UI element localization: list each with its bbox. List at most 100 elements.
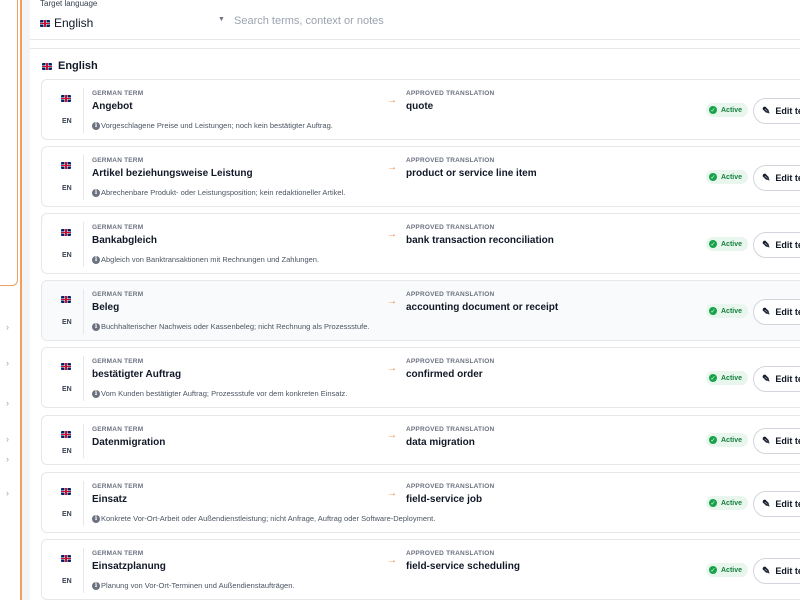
- edit-button-label: Edit term: [775, 566, 800, 576]
- check-circle-icon: ✓: [709, 173, 717, 181]
- term-language-code: EN: [62, 252, 72, 259]
- source-term-label: GERMAN TERM: [92, 224, 144, 231]
- check-circle-icon: ✓: [709, 240, 717, 248]
- check-circle-icon: ✓: [709, 106, 717, 114]
- term-card: EN GERMAN TERM Datenmigration → APPROVED TRA…: [41, 415, 800, 465]
- term-language-code: EN: [62, 578, 72, 585]
- term-language-code: EN: [62, 448, 72, 455]
- edit-term-button[interactable]: ✎ Edit term: [753, 165, 800, 191]
- term-note: i Konkrete Vor-Ort-Arbeit oder Außendiens…: [92, 514, 435, 523]
- status-badge: ✓ Active: [706, 103, 749, 117]
- card-divider: [83, 548, 84, 593]
- term-language-code: EN: [62, 386, 72, 393]
- source-term-label: GERMAN TERM: [92, 426, 144, 433]
- source-term-label: GERMAN TERM: [92, 291, 144, 298]
- check-circle-icon: ✓: [709, 499, 717, 507]
- edit-term-button[interactable]: ✎ Edit term: [753, 98, 800, 124]
- term-card: EN GERMAN TERM Angebot i Vorgeschlagene Prei…: [41, 79, 800, 140]
- uk-flag-icon: [61, 296, 71, 303]
- chevron-right-icon[interactable]: ›: [6, 488, 9, 498]
- chevron-right-icon[interactable]: ›: [6, 434, 9, 444]
- approved-translation: field-service job: [406, 494, 483, 505]
- approved-translation: field-service scheduling: [406, 561, 520, 572]
- translation-label: APPROVED TRANSLATION: [406, 550, 495, 557]
- term-note: i Vom Kunden bestätigter Auftrag; Prozess…: [92, 389, 347, 398]
- pencil-icon: ✎: [762, 565, 771, 577]
- uk-flag-icon: [40, 19, 50, 27]
- edit-button-label: Edit term: [775, 173, 800, 183]
- status-text: Active: [721, 307, 743, 315]
- arrow-right-icon: →: [387, 162, 397, 173]
- caret-down-icon[interactable]: ▼: [218, 16, 225, 23]
- edit-button-label: Edit term: [775, 106, 800, 116]
- term-language-code: EN: [62, 511, 72, 518]
- source-term: Artikel beziehungsweise Leistung: [92, 168, 253, 179]
- source-term-label: GERMAN TERM: [92, 358, 144, 365]
- translation-label: APPROVED TRANSLATION: [406, 90, 495, 97]
- translation-label: APPROVED TRANSLATION: [406, 358, 495, 365]
- language-select[interactable]: English: [40, 14, 228, 32]
- term-note-text: Vom Kunden bestätigter Auftrag; Prozesss…: [101, 389, 348, 398]
- uk-flag-icon: [61, 431, 71, 438]
- card-divider: [83, 289, 84, 334]
- language-value: English: [54, 16, 94, 30]
- filter-bar: Target language English ▼: [30, 0, 800, 40]
- approved-translation: product or service line item: [406, 168, 537, 179]
- arrow-right-icon: →: [387, 555, 397, 566]
- status-badge: ✓ Active: [706, 170, 749, 184]
- pencil-icon: ✎: [762, 373, 771, 385]
- term-note: i Abrechenbare Produkt- oder Leistungspos…: [92, 188, 345, 197]
- term-note-text: Konkrete Vor-Ort-Arbeit oder Außendienst…: [101, 514, 436, 523]
- section-title: English: [58, 60, 98, 72]
- term-note-text: Abgleich von Banktransaktionen mit Rechn…: [101, 255, 320, 264]
- edit-term-button[interactable]: ✎ Edit term: [753, 366, 800, 392]
- translation-label: APPROVED TRANSLATION: [406, 224, 495, 231]
- chevron-right-icon[interactable]: ›: [6, 322, 9, 332]
- term-language-code: EN: [62, 118, 72, 125]
- term-card: EN GERMAN TERM Einsatzplanung i Planung von …: [41, 539, 800, 600]
- info-icon: i: [92, 389, 100, 398]
- status-text: Active: [721, 436, 743, 444]
- edit-term-button[interactable]: ✎ Edit term: [753, 558, 800, 584]
- edit-term-button[interactable]: ✎ Edit term: [753, 491, 800, 517]
- language-label: Target language: [40, 0, 98, 8]
- source-term: bestätigter Auftrag: [92, 369, 182, 380]
- info-icon: i: [92, 188, 100, 197]
- uk-flag-icon: [61, 95, 71, 102]
- term-note-text: Planung von Vor-Ort-Terminen und Außendi…: [101, 581, 295, 590]
- info-icon: i: [92, 514, 100, 523]
- uk-flag-icon: [61, 555, 71, 562]
- info-icon: i: [92, 322, 100, 331]
- arrow-right-icon: →: [387, 296, 397, 307]
- approved-translation: accounting document or receipt: [406, 302, 559, 313]
- source-term: Einsatzplanung: [92, 561, 166, 572]
- source-term: Datenmigration: [92, 437, 166, 448]
- edit-button-label: Edit term: [775, 499, 800, 509]
- source-term: Beleg: [92, 302, 120, 313]
- status-badge: ✓ Active: [706, 433, 749, 447]
- translation-label: APPROVED TRANSLATION: [406, 157, 495, 164]
- edit-term-button[interactable]: ✎ Edit term: [753, 299, 800, 325]
- search-input[interactable]: [234, 10, 794, 32]
- side-panel: › › › › › ›: [0, 0, 22, 600]
- status-badge: ✓ Active: [706, 563, 749, 577]
- approved-translation: bank transaction reconciliation: [406, 235, 554, 246]
- check-circle-icon: ✓: [709, 374, 717, 382]
- uk-flag-icon: [61, 363, 71, 370]
- card-divider: [83, 88, 84, 133]
- term-card: EN GERMAN TERM Artikel beziehungsweise Lei…: [41, 146, 800, 207]
- uk-flag-icon: [61, 162, 71, 169]
- edit-term-button[interactable]: ✎ Edit term: [753, 232, 800, 258]
- source-term-label: GERMAN TERM: [92, 550, 144, 557]
- check-circle-icon: ✓: [709, 307, 717, 315]
- edit-term-button[interactable]: ✎ Edit term: [753, 428, 800, 454]
- pencil-icon: ✎: [762, 239, 771, 251]
- chevron-right-icon[interactable]: ›: [6, 358, 9, 368]
- chevron-right-icon[interactable]: ›: [6, 398, 9, 408]
- status-text: Active: [721, 106, 743, 114]
- term-note: i Buchhalterischer Nachweis oder Kassenbe…: [92, 322, 369, 331]
- source-term-label: GERMAN TERM: [92, 90, 144, 97]
- chevron-right-icon[interactable]: ›: [6, 454, 9, 464]
- term-language-code: EN: [62, 185, 72, 192]
- pencil-icon: ✎: [762, 498, 771, 510]
